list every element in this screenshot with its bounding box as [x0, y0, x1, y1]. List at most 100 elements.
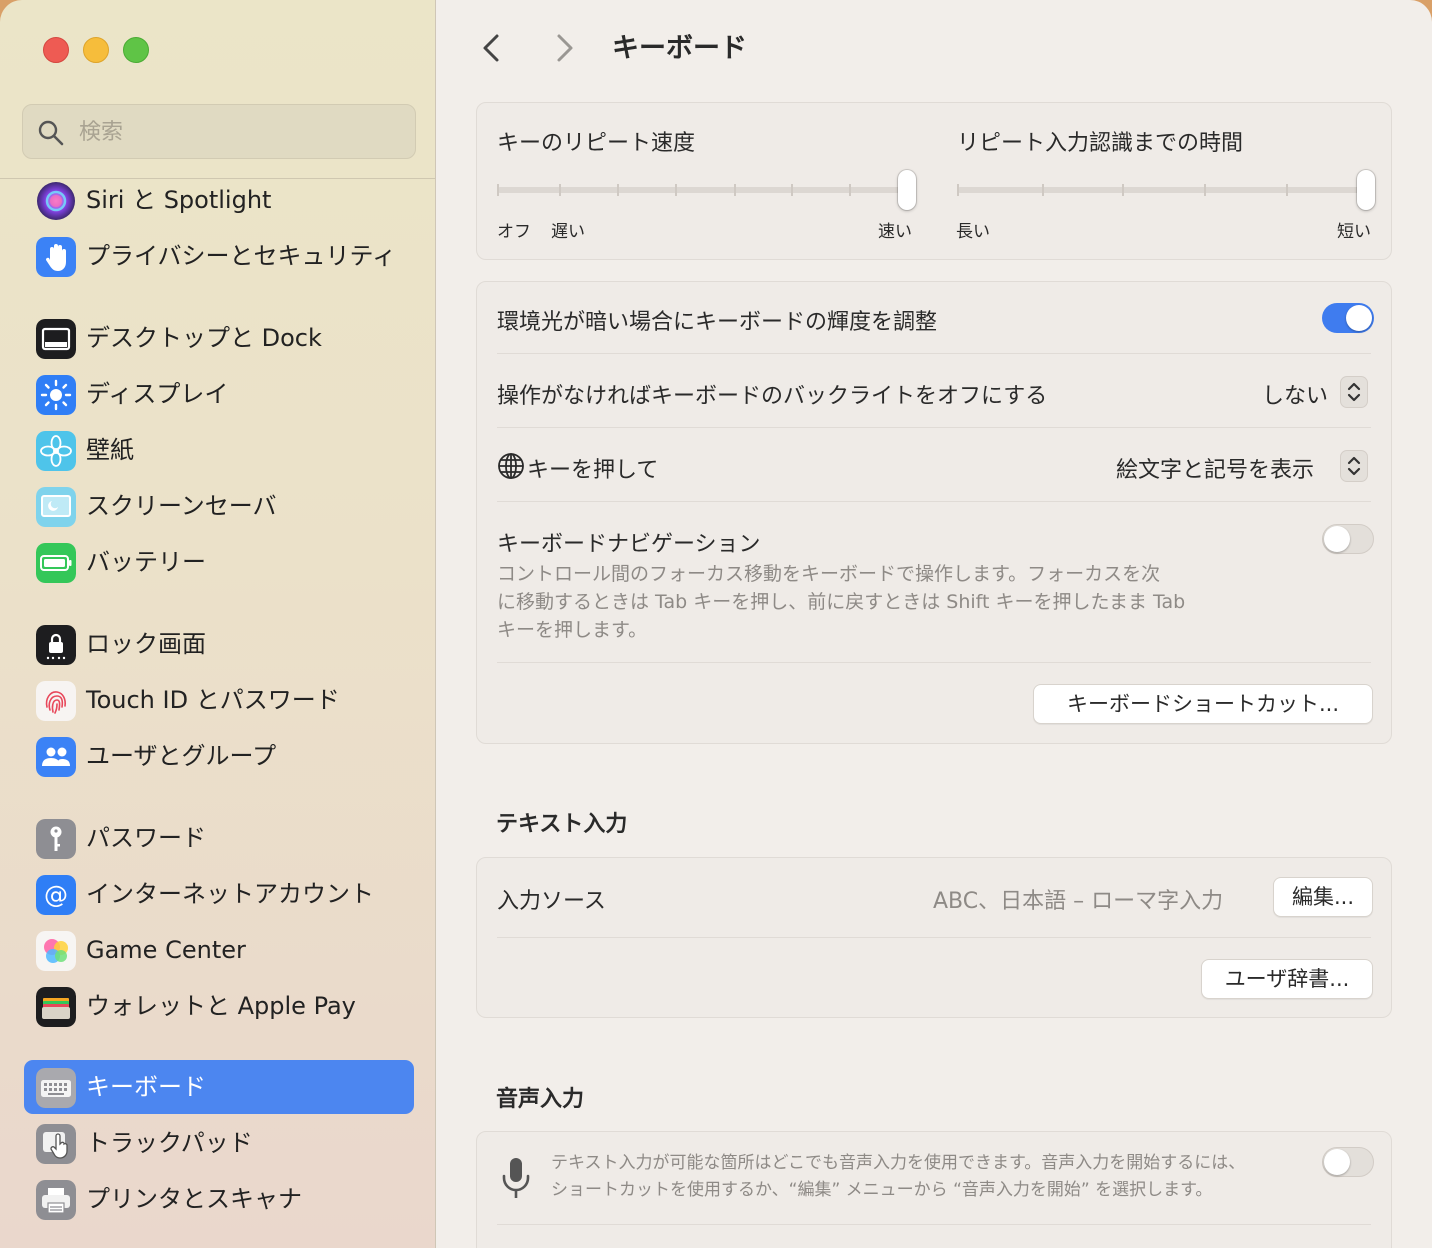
- lock-icon: [36, 625, 76, 665]
- sidebar-item-lock-screen[interactable]: ロック画面: [24, 617, 414, 671]
- sidebar: Siri と Spotlight プライバシーとセキュリティ デスクトップと D…: [0, 0, 436, 1248]
- user-dictionary-button[interactable]: ユーザ辞書...: [1201, 959, 1373, 999]
- search-icon: [38, 120, 64, 146]
- page-title: キーボード: [612, 33, 747, 64]
- desktop-dock-icon: [36, 319, 76, 359]
- display-sun-icon: [36, 375, 76, 415]
- slider-label-long: 長い: [956, 222, 990, 242]
- sidebar-item-label: バッテリー: [86, 548, 206, 576]
- sidebar-item-label: Siri と Spotlight: [86, 186, 272, 214]
- trackpad-icon: [36, 1124, 76, 1164]
- sidebar-item-label: Touch ID とパスワード: [86, 686, 340, 714]
- battery-icon: [36, 543, 76, 583]
- microphone-icon: [502, 1158, 530, 1198]
- sidebar-item-passwords[interactable]: パスワード: [24, 811, 414, 865]
- sidebar-item-wallpaper[interactable]: 壁紙: [24, 423, 414, 477]
- search-input[interactable]: [77, 105, 401, 160]
- repeat-delay-label: リピート入力認識までの時間: [957, 131, 1244, 156]
- slider-label-short: 短い: [1337, 222, 1371, 242]
- sidebar-item-display[interactable]: ディスプレイ: [24, 367, 414, 421]
- key-repeat-rate-label: キーのリピート速度: [497, 131, 696, 156]
- edit-input-sources-button[interactable]: 編集...: [1273, 877, 1373, 917]
- chevron-left-icon: [483, 34, 499, 62]
- key-repeat-card: キーのリピート速度 リピート入力認識までの時間 オフ 遅い 速い 長い 短い: [476, 102, 1392, 260]
- main-content: キーボード キーのリピート速度 リピート入力認識までの時間 オフ 遅い 速い 長…: [436, 0, 1432, 1248]
- sidebar-item-label: デスクトップと Dock: [86, 324, 322, 352]
- globe-icon: [498, 453, 524, 479]
- sidebar-item-keyboard[interactable]: キーボード: [24, 1060, 414, 1114]
- slider-label-slow: 遅い: [551, 222, 585, 242]
- sidebar-item-users-groups[interactable]: ユーザとグループ: [24, 729, 414, 783]
- sidebar-item-privacy[interactable]: プライバシーとセキュリティ: [24, 229, 414, 283]
- slider-knob[interactable]: [1357, 170, 1375, 210]
- sidebar-item-label: ユーザとグループ: [86, 742, 277, 770]
- up-down-chevron-icon: [1347, 456, 1361, 476]
- minimize-window-button[interactable]: [83, 37, 109, 63]
- keyboard-settings-card: 環境光が暗い場合にキーボードの輝度を調整 操作がなければキーボードのバックライト…: [476, 281, 1392, 744]
- wallpaper-flower-icon: [36, 431, 76, 471]
- sidebar-item-printers[interactable]: プリンタとスキャナ: [24, 1172, 414, 1226]
- globe-key-label: キーを押して: [527, 458, 659, 483]
- search-field[interactable]: [22, 104, 416, 160]
- slider-knob[interactable]: [898, 170, 916, 210]
- dictation-toggle[interactable]: [1322, 1147, 1374, 1177]
- ambient-light-toggle[interactable]: [1322, 303, 1374, 333]
- globe-key-value[interactable]: 絵文字と記号を表示: [1116, 452, 1314, 484]
- keyboard-navigation-label: キーボードナビゲーション: [497, 532, 761, 557]
- dictation-section-title: 音声入力: [496, 1087, 585, 1112]
- svg-text:@: @: [44, 881, 68, 909]
- keyboard-shortcuts-button[interactable]: キーボードショートカット...: [1033, 684, 1373, 724]
- input-sources-label: 入力ソース: [497, 889, 606, 914]
- sidebar-item-label: インターネットアカウント: [86, 880, 374, 908]
- backlight-off-popup[interactable]: [1340, 376, 1368, 408]
- at-icon: @: [36, 875, 76, 915]
- backlight-off-label: 操作がなければキーボードのバックライトをオフにする: [497, 384, 1048, 409]
- sidebar-item-label: Game Center: [86, 936, 246, 964]
- sidebar-item-wallet[interactable]: ウォレットと Apple Pay: [24, 979, 414, 1033]
- dictation-card: テキスト入力が可能な箇所はどこでも音声入力を使用できます。音声入力を開始するには…: [476, 1131, 1392, 1248]
- sidebar-item-screensaver[interactable]: スクリーンセーバ: [24, 479, 414, 533]
- key-icon: [36, 819, 76, 859]
- printer-icon: [36, 1180, 76, 1220]
- keyboard-navigation-description: コントロール間のフォーカス移動をキーボードで操作します。フォーカスを次 に移動す…: [497, 563, 1186, 641]
- backlight-off-value[interactable]: しない: [1262, 378, 1328, 410]
- sidebar-item-label: 壁紙: [86, 436, 134, 464]
- zoom-window-button[interactable]: [123, 37, 149, 63]
- sidebar-item-internet-accounts[interactable]: @ インターネットアカウント: [24, 867, 414, 921]
- sidebar-item-label: パスワード: [86, 824, 206, 852]
- game-center-icon: [36, 931, 76, 971]
- text-input-card: 入力ソース ABC、日本語 – ローマ字入力 編集... ユーザ辞書...: [476, 857, 1392, 1018]
- wallet-icon: [36, 987, 76, 1027]
- globe-key-popup[interactable]: [1340, 450, 1368, 482]
- slider-label-fast: 速い: [878, 222, 912, 242]
- sidebar-item-touch-id[interactable]: Touch ID とパスワード: [24, 673, 414, 727]
- sidebar-item-label: キーボード: [86, 1073, 206, 1101]
- screensaver-icon: [36, 487, 76, 527]
- sidebar-item-battery[interactable]: バッテリー: [24, 535, 414, 589]
- sidebar-item-game-center[interactable]: Game Center: [24, 923, 414, 977]
- slider-label-off: オフ: [497, 222, 531, 242]
- sidebar-item-label: トラックパッド: [86, 1129, 253, 1157]
- keyboard-navigation-toggle[interactable]: [1322, 524, 1374, 554]
- back-button[interactable]: [474, 30, 510, 66]
- dictation-description: テキスト入力が可能な箇所はどこでも音声入力を使用できます。音声入力を開始するには…: [551, 1153, 1246, 1200]
- text-input-section-title: テキスト入力: [496, 812, 628, 837]
- up-down-chevron-icon: [1347, 382, 1361, 402]
- sidebar-item-label: プリンタとスキャナ: [86, 1185, 302, 1213]
- input-sources-value: ABC、日本語 – ローマ字入力: [933, 889, 1224, 914]
- users-icon: [36, 737, 76, 777]
- ambient-light-label: 環境光が暗い場合にキーボードの輝度を調整: [497, 310, 938, 335]
- chevron-right-icon: [557, 34, 573, 62]
- sidebar-item-label: ロック画面: [86, 630, 206, 658]
- sidebar-item-label: スクリーンセーバ: [86, 492, 277, 520]
- sidebar-item-label: ディスプレイ: [86, 380, 229, 408]
- close-window-button[interactable]: [43, 37, 69, 63]
- sidebar-item-siri-spotlight[interactable]: Siri と Spotlight: [24, 173, 414, 227]
- settings-window: Siri と Spotlight プライバシーとセキュリティ デスクトップと D…: [0, 0, 1432, 1248]
- fingerprint-icon: [36, 681, 76, 721]
- forward-button[interactable]: [546, 30, 582, 66]
- sidebar-item-desktop-dock[interactable]: デスクトップと Dock: [24, 311, 414, 365]
- sidebar-item-trackpad[interactable]: トラックパッド: [24, 1116, 414, 1170]
- siri-icon: [36, 181, 76, 221]
- hand-icon: [36, 237, 76, 277]
